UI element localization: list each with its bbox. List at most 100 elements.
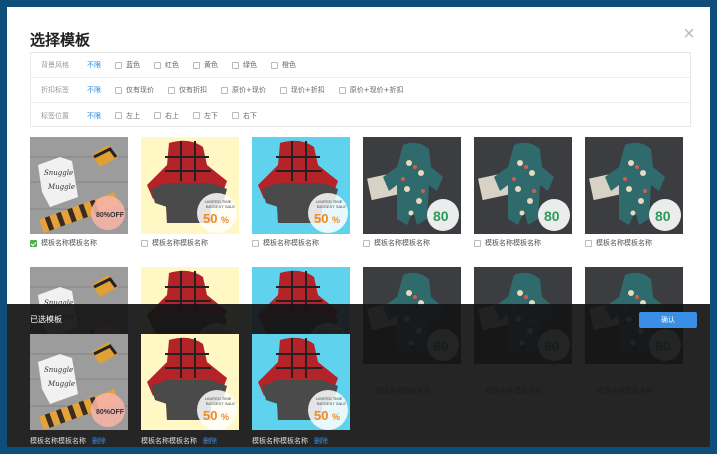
filter-label: 背景风格: [41, 61, 69, 69]
svg-text:Snuggle: Snuggle: [44, 366, 73, 374]
checkbox[interactable]: [154, 61, 161, 69]
selected-panel: 已选模板 确认 Snuggle Muggle 80%OFF 模板名称模板名称 删除…: [7, 304, 710, 447]
checkbox[interactable]: [115, 86, 122, 94]
svg-text:%: %: [221, 412, 229, 422]
dialog-title: 选择模板: [30, 31, 91, 49]
selected-template-name: 模板名称模板名称: [252, 437, 308, 445]
template-thumbnail[interactable]: Snuggle Muggle 80%OFF: [30, 137, 128, 234]
filter-option-label: 右下: [243, 111, 257, 120]
delete-link[interactable]: 删除: [92, 437, 106, 445]
svg-text:50: 50: [314, 211, 328, 226]
checkbox[interactable]: [30, 239, 37, 247]
svg-text:BIGGEST SALE: BIGGEST SALE: [317, 401, 346, 406]
template-card[interactable]: 80 模板名称模板名称: [474, 137, 572, 248]
filter-nolimit[interactable]: 不限: [87, 85, 101, 95]
filter-option[interactable]: 左上: [115, 111, 140, 121]
template-thumbnail[interactable]: LIMITED TIME BIGGEST SALE 50 %: [252, 137, 350, 234]
selected-template-name: 模板名称模板名称: [141, 437, 197, 445]
filter-option[interactable]: 黄色: [193, 60, 218, 70]
filter-option-label: 仅有现价: [126, 86, 154, 94]
filter-option-label: 绿色: [243, 61, 257, 69]
template-card[interactable]: 80 模板名称模板名称: [363, 137, 461, 248]
filter-label: 标签位置: [41, 111, 69, 120]
checkbox[interactable]: [115, 61, 122, 69]
filter-row-position: 标签位置 不限 左上 右上 左下 右下: [31, 103, 690, 128]
filter-option-label: 现价+折扣: [290, 86, 325, 94]
delete-link[interactable]: 删除: [203, 437, 217, 445]
filter-option-label: 黄色: [204, 61, 218, 69]
svg-text:BIGGEST SALE: BIGGEST SALE: [206, 401, 235, 406]
checkbox[interactable]: [279, 86, 287, 94]
filter-option[interactable]: 右上: [154, 111, 179, 121]
filter-option[interactable]: 红色: [154, 60, 179, 70]
template-thumbnail[interactable]: 80: [585, 137, 683, 234]
svg-text:80: 80: [655, 208, 671, 224]
svg-text:80: 80: [544, 208, 560, 224]
template-name: 模板名称模板名称: [152, 239, 208, 247]
svg-text:80%OFF: 80%OFF: [96, 212, 125, 219]
checkbox[interactable]: [232, 112, 239, 119]
filter-option-label: 蓝色: [126, 61, 140, 69]
filter-option[interactable]: 左下: [193, 111, 218, 121]
template-thumbnail[interactable]: LIMITED TIME BIGGEST SALE 50 %: [141, 137, 239, 234]
svg-text:%: %: [332, 215, 340, 225]
filter-option[interactable]: 右下: [232, 111, 257, 121]
filter-option[interactable]: 蓝色: [115, 60, 140, 70]
svg-text:Muggle: Muggle: [47, 380, 75, 388]
filter-option[interactable]: 仅有现价: [115, 85, 154, 95]
filter-row-background: 背景风格 不限 蓝色 红色 黄色 绿色 橙色: [31, 53, 690, 78]
filter-label: 折扣标签: [41, 86, 69, 94]
checkbox[interactable]: [585, 239, 592, 247]
filter-option-label: 左上: [126, 111, 140, 120]
template-card[interactable]: LIMITED TIME BIGGEST SALE 50 % 模板名称模板名称: [252, 137, 350, 248]
checkbox[interactable]: [363, 239, 370, 247]
checkbox[interactable]: [168, 86, 175, 94]
checkbox[interactable]: [221, 86, 228, 94]
confirm-button[interactable]: 确认: [639, 312, 697, 328]
svg-text:80%OFF: 80%OFF: [96, 409, 125, 416]
checkbox[interactable]: [154, 112, 161, 119]
filter-option-label: 橙色: [282, 61, 296, 69]
checkbox[interactable]: [252, 239, 259, 247]
checkbox[interactable]: [141, 239, 148, 247]
svg-text:80: 80: [433, 208, 449, 224]
template-card[interactable]: LIMITED TIME BIGGEST SALE 50 % 模板名称模板名称: [141, 137, 239, 248]
filter-nolimit[interactable]: 不限: [87, 60, 101, 70]
svg-text:50: 50: [314, 408, 328, 423]
template-name: 模板名称模板名称: [374, 239, 430, 247]
delete-link[interactable]: 删除: [314, 437, 328, 445]
filter-option-label: 原价+现价+折扣: [349, 86, 404, 94]
filter-nolimit[interactable]: 不限: [87, 111, 101, 121]
close-icon[interactable]: ×: [680, 24, 698, 44]
template-thumbnail[interactable]: 80: [363, 137, 461, 234]
checkbox[interactable]: [474, 239, 481, 247]
filter-panel: 背景风格 不限 蓝色 红色 黄色 绿色 橙色 折扣标签 不限 仅有现价 仅有折扣…: [30, 52, 691, 127]
template-name: 模板名称模板名称: [485, 239, 541, 247]
checkbox[interactable]: [271, 61, 278, 69]
checkbox[interactable]: [115, 112, 122, 119]
svg-text:50: 50: [203, 211, 217, 226]
svg-text:Muggle: Muggle: [47, 183, 75, 191]
checkbox[interactable]: [193, 61, 200, 69]
selected-template: Snuggle Muggle 80%OFF 模板名称模板名称 删除: [30, 334, 128, 446]
filter-option[interactable]: 现价+折扣: [279, 85, 325, 95]
template-card[interactable]: Snuggle Muggle 80%OFF 模板名称模板名称: [30, 137, 128, 248]
template-card[interactable]: 80 模板名称模板名称: [585, 137, 683, 248]
template-thumbnail[interactable]: 80: [474, 137, 572, 234]
selected-thumbnail: LIMITED TIME BIGGEST SALE 50 %: [141, 334, 239, 430]
selected-template: LIMITED TIME BIGGEST SALE 50 % 模板名称模板名称删…: [141, 334, 239, 446]
filter-option[interactable]: 绿色: [232, 60, 257, 70]
filter-option[interactable]: 仅有折扣: [168, 85, 207, 95]
template-dialog: 选择模板 × 背景风格 不限 蓝色 红色 黄色 绿色 橙色 折扣标签 不限 仅有…: [7, 7, 710, 447]
checkbox[interactable]: [193, 112, 200, 119]
filter-option[interactable]: 原价+现价: [221, 85, 266, 95]
filter-row-discount: 折扣标签 不限 仅有现价 仅有折扣 原价+现价 现价+折扣 原价+现价+折扣: [31, 78, 690, 103]
selected-template: LIMITED TIME BIGGEST SALE 50 % 模板名称模板名称删…: [252, 334, 350, 446]
filter-option-label: 仅有折扣: [179, 86, 207, 94]
filter-option[interactable]: 原价+现价+折扣: [338, 85, 404, 95]
checkbox[interactable]: [338, 86, 346, 94]
svg-text:%: %: [332, 412, 340, 422]
checkbox[interactable]: [232, 61, 239, 69]
svg-text:BIGGEST SALE: BIGGEST SALE: [317, 204, 346, 209]
filter-option[interactable]: 橙色: [271, 60, 296, 70]
